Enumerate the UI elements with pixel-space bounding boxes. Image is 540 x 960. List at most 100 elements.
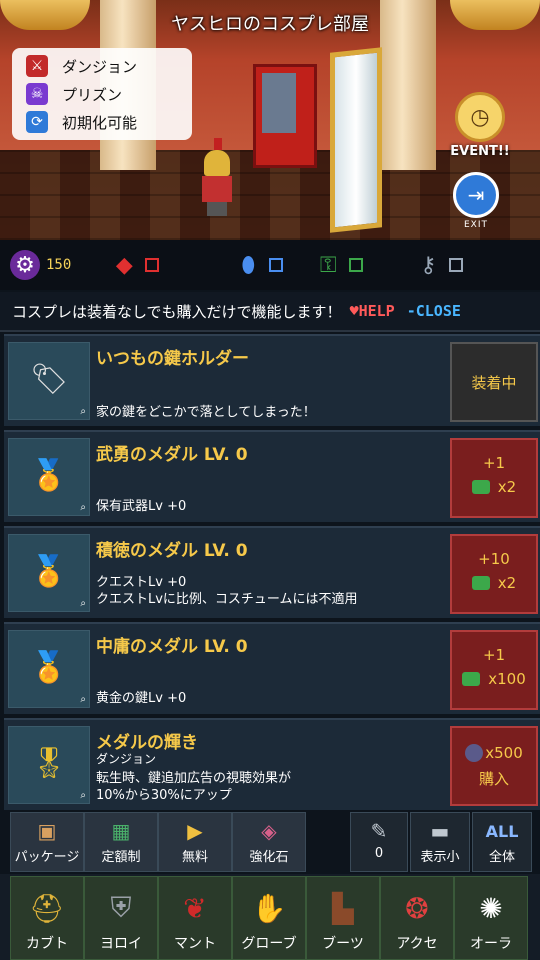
tab-label: 定額制: [101, 850, 141, 865]
help-button[interactable]: ♥HELP: [350, 302, 395, 320]
currency-crystal: ⬮: [233, 250, 284, 280]
status-label: ダンジョン: [62, 57, 138, 76]
exit-button[interactable]: ⇥ EXIT: [452, 172, 500, 232]
tab-label: パッケージ: [14, 850, 80, 865]
ticket-value: 150: [46, 257, 72, 273]
upgrade-button[interactable]: +1 x100: [450, 630, 538, 710]
item-thumbnail[interactable]: 🏅 ⌕: [8, 630, 90, 708]
status-label: 初期化可能: [62, 113, 138, 132]
zoom-icon[interactable]: ⌕: [80, 598, 86, 609]
list-item[interactable]: 🏅 ⌕ 中庸のメダル LV. 0 黄金の鍵Lv +0 +1 x100: [4, 622, 540, 714]
tab-package[interactable]: ▣ パッケージ: [10, 812, 84, 872]
tab-label: カブト: [26, 936, 68, 952]
tab-cape[interactable]: ❦ マント: [158, 876, 232, 960]
display-small-button[interactable]: ▬ 表示小: [410, 812, 470, 872]
tab-accessory[interactable]: ❂ アクセ: [380, 876, 454, 960]
tab-armor[interactable]: ⛨ ヨロイ: [84, 876, 158, 960]
item-thumbnail[interactable]: 🏅 ⌕: [8, 438, 90, 516]
room-scene: ヤスヒロのコスプレ部屋 ⚔ ダンジョン ☠ プリズン ⟳ 初期化可能 ◷ EVE…: [0, 0, 540, 240]
medal-virtue-icon: 🏅: [30, 553, 68, 589]
item-name: 積徳のメダル LV. 0: [96, 541, 248, 561]
info-text: コスプレは装着なしでも購入だけで機能します！: [12, 302, 342, 321]
stone-icon: ◈: [261, 819, 277, 843]
info-bar: コスプレは装着なしでも購入だけで機能します！ ♥HELP -CLOSE: [0, 292, 540, 332]
status-prison: ☠ プリズン: [26, 82, 122, 106]
helmet-icon: ⛑: [29, 891, 65, 925]
event-button[interactable]: ◷ EVENT!!: [440, 92, 520, 162]
sword-icon: ⚔: [26, 55, 48, 77]
purchase-label: 購入: [478, 770, 509, 788]
player-character[interactable]: [200, 138, 234, 216]
video-icon: ▶: [187, 819, 203, 843]
boots-icon: ▙: [332, 891, 354, 925]
tab-label: ヨロイ: [100, 936, 142, 952]
item-desc: 転生時、鍵追加広告の視聴効果が: [96, 771, 292, 786]
item-thumbnail[interactable]: 🏅 ⌕: [8, 534, 90, 612]
tab-label: 強化石: [249, 850, 289, 865]
armor-icon: ⛨: [110, 891, 132, 924]
tab-helmet[interactable]: ⛑ カブト: [10, 876, 84, 960]
equipped-button[interactable]: 装着中: [450, 342, 538, 422]
tab-free[interactable]: ▶ 無料: [158, 812, 232, 872]
room-title: ヤスヒロのコスプレ部屋: [171, 14, 369, 35]
list-item[interactable]: 🏷 ⌕ いつもの鍵ホルダー 家の鍵をどこかで落としてしまった！ 装着中: [4, 334, 540, 426]
zoom-icon[interactable]: ⌕: [80, 790, 86, 801]
tab-aura[interactable]: ✺ オーラ: [454, 876, 528, 960]
tab-label: ブーツ: [322, 936, 364, 952]
currency-bar: ⚙ 150 ◆ ⬮ ⚿ ⚷: [0, 240, 540, 290]
clock-icon: ◷: [455, 92, 505, 142]
tab-boots[interactable]: ▙ ブーツ: [306, 876, 380, 960]
list-item[interactable]: 🏅 ⌕ 武勇のメダル LV. 0 保有武器Lv +0 +1 x2: [4, 430, 540, 522]
item-desc: クエストLvに比例、コスチュームには不適用: [96, 592, 358, 607]
tab-label: 無料: [181, 850, 208, 865]
upgrade-amount: +1: [482, 454, 506, 472]
upgrade-button[interactable]: +1 x2: [450, 438, 538, 518]
ruby-icon: ◆: [115, 252, 133, 278]
cost-value: x100: [488, 670, 526, 688]
blue-crystal-icon: ⬮: [241, 252, 256, 278]
green-key-icon: [471, 480, 490, 494]
upgrade-cost: x2: [452, 478, 536, 496]
status-reset: ⟳ 初期化可能: [26, 110, 137, 134]
character-body: [202, 176, 232, 202]
zoom-icon[interactable]: ⌕: [80, 502, 86, 513]
green-key-icon: [462, 672, 481, 686]
purchase-button[interactable]: x500 購入: [450, 726, 538, 806]
vending-machine[interactable]: [253, 64, 317, 168]
item-thumbnail[interactable]: 🏷 ⌕: [8, 342, 90, 420]
package-icon: ▣: [37, 819, 57, 843]
crystal-value-box: [269, 258, 284, 272]
gear-ticket-icon: [465, 744, 484, 762]
item-desc: 10%から30%にアップ: [96, 788, 232, 803]
display-small-icon: ▬: [430, 819, 450, 843]
item-name: 中庸のメダル LV. 0: [96, 637, 248, 657]
list-item[interactable]: 🎖 ⌕ メダルの輝き ダンジョン 転生時、鍵追加広告の視聴効果が 10%から30…: [4, 718, 540, 810]
gear-ticket-icon: ⚙: [10, 250, 40, 280]
zoom-icon[interactable]: ⌕: [80, 406, 86, 417]
mirror[interactable]: [330, 47, 382, 233]
necklace-icon: ❂: [405, 891, 429, 925]
event-label: EVENT!!: [450, 144, 510, 159]
item-thumbnail[interactable]: 🎖 ⌕: [8, 726, 90, 804]
medal-shine-icon: 🎖: [29, 745, 69, 781]
tab-enhance-stone[interactable]: ◈ 強化石: [232, 812, 306, 872]
show-all-button[interactable]: ALL 全体: [472, 812, 532, 872]
ruby-value-box: [145, 258, 160, 272]
cost-value: x2: [497, 574, 517, 592]
green-key-value-box: [349, 258, 364, 272]
silver-key-value-box: [449, 258, 464, 272]
show-all-label: 全体: [488, 850, 515, 865]
close-button[interactable]: -CLOSE: [407, 302, 461, 320]
upgrade-button[interactable]: +10 x2: [450, 534, 538, 614]
currency-silver-key: ⚷: [413, 250, 464, 280]
purchase-cost: x500: [452, 744, 536, 762]
currency-green-key: ⚿: [313, 250, 364, 280]
tab-subscription[interactable]: ▦ 定額制: [84, 812, 158, 872]
item-desc: クエストLv +0: [96, 575, 187, 590]
zoom-icon[interactable]: ⌕: [80, 694, 86, 705]
tab-glove[interactable]: ✋ グローブ: [232, 876, 306, 960]
status-label: プリズン: [62, 85, 123, 104]
ticket-counter[interactable]: ✎ 0: [350, 812, 408, 872]
status-card: ⚔ ダンジョン ☠ プリズン ⟳ 初期化可能: [12, 48, 192, 140]
list-item[interactable]: 🏅 ⌕ 積徳のメダル LV. 0 クエストLv +0 クエストLvに比例、コスチ…: [4, 526, 540, 618]
